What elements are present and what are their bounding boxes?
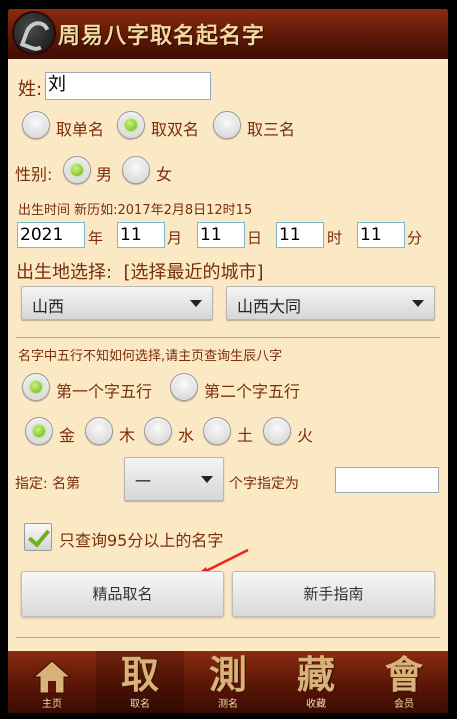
city-dropdown[interactable]: 山西大同 bbox=[226, 286, 435, 320]
radio-element-fire[interactable] bbox=[263, 417, 291, 445]
radio-label-metal: 金 bbox=[59, 426, 76, 445]
radio-double-name[interactable] bbox=[117, 111, 145, 139]
char-position-dropdown[interactable]: 一 bbox=[124, 457, 224, 501]
tab-naming-label: 取名 bbox=[130, 699, 150, 710]
tab-test-name-label: 测名 bbox=[218, 699, 238, 710]
bottom-tab-bar: 主页 取 取名 測 测名 藏 收藏 會 会员 bbox=[8, 651, 448, 713]
divider bbox=[16, 637, 440, 638]
radio-first-char-element[interactable] bbox=[22, 373, 50, 401]
birth-month-input[interactable]: 11 bbox=[117, 222, 165, 248]
birth-time-label: 出生时间 新历如:2017年2月8日12时15 bbox=[18, 203, 253, 218]
tab-home[interactable]: 主页 bbox=[8, 651, 96, 713]
province-dropdown[interactable]: 山西 bbox=[21, 286, 213, 320]
radio-triple-name[interactable] bbox=[213, 111, 241, 139]
tab-member-glyph: 會 bbox=[384, 652, 423, 697]
tab-test-name[interactable]: 測 测名 bbox=[184, 651, 272, 713]
radio-gender-female[interactable] bbox=[122, 156, 150, 184]
tab-member[interactable]: 會 会员 bbox=[360, 651, 448, 713]
divider bbox=[16, 337, 440, 338]
tab-member-label: 会员 bbox=[394, 699, 414, 710]
chevron-down-icon bbox=[201, 476, 213, 483]
day-unit: 日 bbox=[247, 229, 263, 247]
score-filter-checkbox[interactable] bbox=[24, 523, 52, 551]
radio-label-fire: 火 bbox=[297, 426, 314, 445]
birthplace-label: 出生地选择: [选择最近的城市] bbox=[16, 262, 264, 283]
home-icon bbox=[32, 660, 72, 694]
year-unit: 年 bbox=[88, 229, 104, 247]
wuxing-hint: 名字中五行不知如何选择,请主页查询生辰八字 bbox=[18, 349, 283, 364]
tab-home-label: 主页 bbox=[42, 699, 62, 710]
tab-test-name-glyph: 測 bbox=[208, 652, 247, 697]
premium-naming-button[interactable]: 精品取名 bbox=[21, 571, 224, 617]
tab-naming-glyph: 取 bbox=[120, 652, 159, 697]
tab-naming[interactable]: 取 取名 bbox=[96, 651, 184, 713]
city-dropdown-value: 山西大同 bbox=[237, 297, 302, 316]
tab-favorites-glyph: 藏 bbox=[296, 652, 335, 697]
radio-label-single-name: 取单名 bbox=[56, 120, 105, 139]
gender-label: 性别: bbox=[15, 165, 53, 184]
radio-element-wood[interactable] bbox=[85, 417, 113, 445]
birth-year-input[interactable]: 2021 bbox=[17, 222, 85, 248]
radio-label-first-char: 第一个字五行 bbox=[56, 382, 153, 401]
surname-input[interactable]: 刘 bbox=[45, 72, 211, 100]
radio-label-wood: 木 bbox=[119, 426, 136, 445]
app-frame: 周易八字取名起名字 姓: 刘 取单名 取双名 取三名 性别: 男 女 出生时间 … bbox=[8, 9, 448, 713]
birth-hour-input[interactable]: 11 bbox=[276, 222, 324, 248]
radio-label-earth: 土 bbox=[237, 426, 254, 445]
chevron-down-icon bbox=[412, 300, 424, 307]
taiji-logo-icon bbox=[14, 13, 54, 53]
minute-unit: 分 bbox=[407, 229, 423, 247]
radio-label-male: 男 bbox=[96, 165, 113, 184]
radio-label-triple-name: 取三名 bbox=[247, 120, 296, 139]
tab-favorites[interactable]: 藏 收藏 bbox=[272, 651, 360, 713]
surname-label: 姓: bbox=[18, 79, 43, 100]
radio-gender-male[interactable] bbox=[63, 156, 91, 184]
radio-single-name[interactable] bbox=[22, 111, 50, 139]
radio-element-earth[interactable] bbox=[203, 417, 231, 445]
radio-label-female: 女 bbox=[156, 165, 173, 184]
chevron-down-icon bbox=[190, 300, 202, 307]
app-title: 周易八字取名起名字 bbox=[58, 23, 266, 49]
month-unit: 月 bbox=[167, 229, 183, 247]
char-position-value: 一 bbox=[135, 472, 152, 491]
radio-second-char-element[interactable] bbox=[170, 373, 198, 401]
radio-element-water[interactable] bbox=[144, 417, 172, 445]
birth-minute-input[interactable]: 11 bbox=[357, 222, 405, 248]
beginner-guide-button[interactable]: 新手指南 bbox=[232, 571, 435, 617]
specify-char-input[interactable] bbox=[335, 467, 439, 493]
birth-day-input[interactable]: 11 bbox=[197, 222, 245, 248]
tab-favorites-label: 收藏 bbox=[306, 699, 326, 710]
radio-label-double-name: 取双名 bbox=[151, 120, 200, 139]
radio-label-second-char: 第二个字五行 bbox=[204, 382, 301, 401]
specify-suffix: 个字指定为 bbox=[229, 476, 299, 492]
specify-label: 指定: 名第 bbox=[15, 476, 81, 492]
title-bar: 周易八字取名起名字 bbox=[8, 9, 448, 59]
hour-unit: 时 bbox=[327, 229, 343, 247]
province-dropdown-value: 山西 bbox=[32, 297, 65, 316]
radio-label-water: 水 bbox=[178, 426, 195, 445]
radio-element-metal[interactable] bbox=[25, 417, 53, 445]
